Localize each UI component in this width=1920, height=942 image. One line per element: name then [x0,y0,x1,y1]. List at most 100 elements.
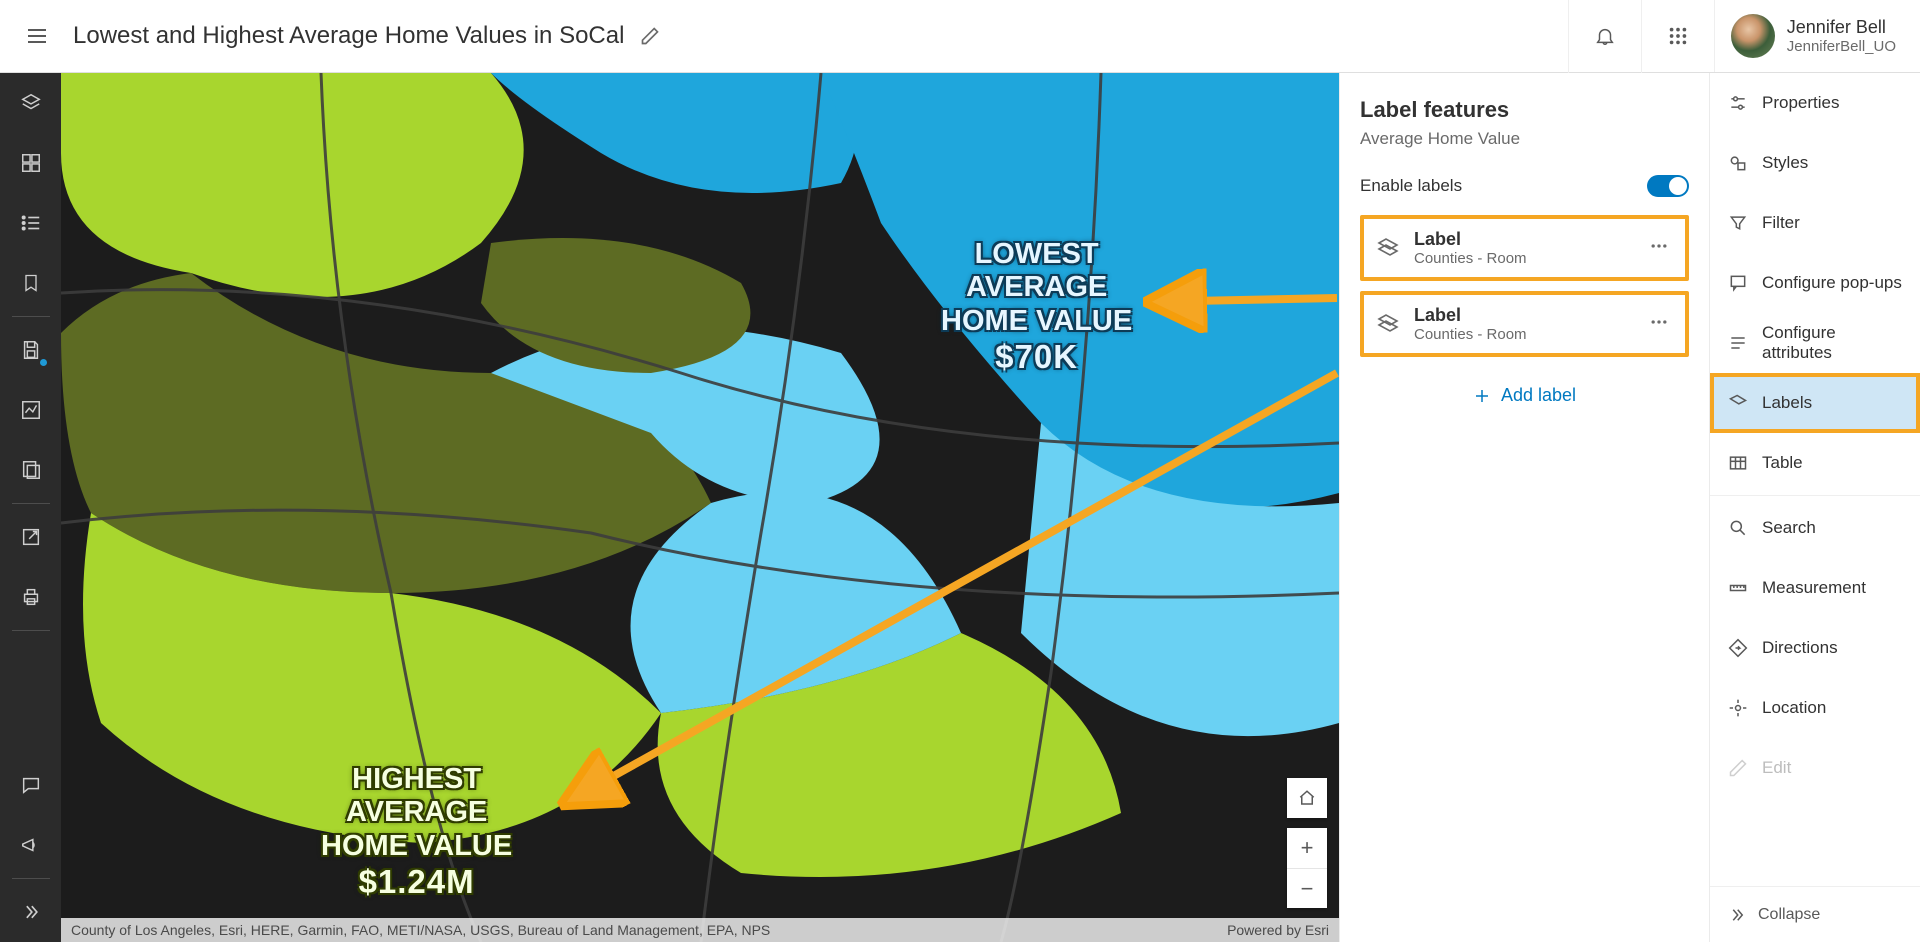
rail-item-measurement[interactable]: Measurement [1710,558,1920,618]
chevron-right-double-icon [21,902,41,922]
pencil-icon [640,26,660,46]
avatar [1731,14,1775,58]
forms-button[interactable] [0,440,61,500]
rail-divider [12,630,50,631]
share-button[interactable] [0,507,61,567]
map-attribution: County of Los Angeles, Esri, HERE, Garmi… [61,918,1339,942]
announce-button[interactable] [0,815,61,875]
add-label-text: Add label [1501,385,1576,406]
expand-rail-button[interactable] [0,882,61,942]
dots-icon [1649,312,1669,332]
enable-labels-toggle[interactable] [1647,175,1689,197]
unsaved-dot [40,359,47,366]
map-canvas[interactable]: Lowest Average Home Value $70K Highest A… [61,73,1339,942]
layers-icon [20,92,42,114]
forms-icon [20,459,42,481]
rail-item-filter[interactable]: Filter [1710,193,1920,253]
print-button[interactable] [0,567,61,627]
basemap-icon [20,152,42,174]
legend-button[interactable] [0,193,61,253]
menu-button[interactable] [0,0,73,73]
rail-divider [1710,495,1920,496]
panel-title: Label features [1360,97,1689,123]
rail-label: Labels [1762,393,1812,413]
top-bar-right: Jennifer Bell JenniferBell_UO [1568,0,1920,72]
label-features-panel: Label features Average Home Value Enable… [1339,73,1709,942]
map-zoom-control: + − [1287,828,1327,908]
sliders-icon [1728,93,1748,113]
home-button[interactable] [1287,778,1327,818]
rail-item-popups[interactable]: Configure pop-ups [1710,253,1920,313]
label-class-subtitle: Counties - Room [1414,326,1645,343]
layers-button[interactable] [0,73,61,133]
rail-collapse-label: Collapse [1758,906,1820,924]
rail-item-search[interactable]: Search [1710,498,1920,558]
chart-button[interactable] [0,380,61,440]
rail-item-attributes[interactable]: Configure attributes [1710,313,1920,373]
tag-icon [1376,236,1400,260]
comments-button[interactable] [0,755,61,815]
rail-label: Edit [1762,758,1791,778]
rail-label: Styles [1762,153,1808,173]
menu-icon [25,24,49,48]
ruler-icon [1728,578,1748,598]
rail-label: Measurement [1762,578,1866,598]
label-class-options[interactable] [1645,232,1673,265]
label-class-options[interactable] [1645,308,1673,341]
rail-item-edit: Edit [1710,738,1920,798]
rail-item-location[interactable]: Location [1710,678,1920,738]
rail-label: Location [1762,698,1826,718]
filter-icon [1728,213,1748,233]
rail-item-styles[interactable]: Styles [1710,133,1920,193]
label-class-card[interactable]: Label Counties - Room [1360,215,1689,281]
rail-divider [12,503,50,504]
megaphone-icon [20,834,42,856]
rail-label: Properties [1762,93,1839,113]
minus-icon: − [1301,878,1314,900]
user-menu[interactable]: Jennifer Bell JenniferBell_UO [1714,0,1920,72]
add-label-button[interactable]: Add label [1360,367,1689,424]
tag-icon [1376,312,1400,336]
home-icon [1298,789,1316,807]
bookmarks-button[interactable] [0,253,61,313]
user-handle: JenniferBell_UO [1787,38,1896,55]
save-button[interactable] [0,320,61,380]
rail-label: Filter [1762,213,1800,233]
rail-label: Configure attributes [1762,323,1902,363]
rail-label: Table [1762,453,1803,473]
edit-title-button[interactable] [640,26,660,46]
rail-label: Directions [1762,638,1838,658]
rail-item-properties[interactable]: Properties [1710,73,1920,133]
user-name: Jennifer Bell [1787,17,1896,39]
rail-item-directions[interactable]: Directions [1710,618,1920,678]
print-icon [20,586,42,608]
dots-icon [1649,236,1669,256]
app-launcher-button[interactable] [1641,0,1714,73]
rail-item-table[interactable]: Table [1710,433,1920,493]
label-class-subtitle: Counties - Room [1414,250,1645,267]
rail-collapse-button[interactable]: Collapse [1710,886,1920,942]
basemap-button[interactable] [0,133,61,193]
attribution-text: County of Los Angeles, Esri, HERE, Garmi… [71,922,770,938]
zoom-out-button[interactable]: − [1287,868,1327,908]
zoom-in-button[interactable]: + [1287,828,1327,868]
label-icon [1728,393,1748,413]
attribution-powered-by: Powered by Esri [1227,922,1329,938]
pencil-icon [1728,758,1748,778]
comment-icon [20,774,42,796]
table-icon [1728,453,1748,473]
bookmark-icon [21,272,41,294]
enable-labels-row: Enable labels [1360,175,1689,197]
label-class-title: Label [1414,229,1645,250]
map-title: Lowest and Highest Average Home Values i… [73,22,624,50]
list-icon [20,212,42,234]
rail-divider [12,316,50,317]
rail-item-labels[interactable]: Labels [1710,373,1920,433]
right-rail: Properties Styles Filter Configure pop-u… [1709,73,1920,942]
left-toolbar [0,73,61,942]
map-home-control [1287,778,1327,818]
shapes-icon [1728,153,1748,173]
notifications-button[interactable] [1568,0,1641,73]
label-class-card[interactable]: Label Counties - Room [1360,291,1689,357]
attributes-icon [1728,333,1748,353]
